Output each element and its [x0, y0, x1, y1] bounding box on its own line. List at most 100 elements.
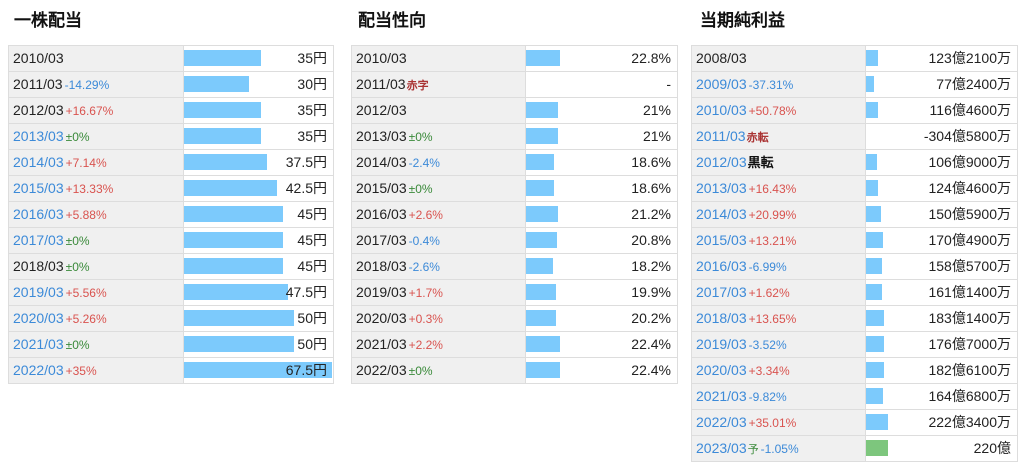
year-label[interactable]: 2012/03: [696, 154, 747, 170]
year-label: 2014/03: [356, 154, 407, 170]
value-bar: [184, 258, 283, 274]
year-label: 2008/03: [696, 50, 747, 66]
value-bar: [184, 232, 283, 248]
year-cell: 2010/03 +50.78%: [692, 98, 866, 123]
year-label: 2010/03: [356, 50, 407, 66]
year-cell: 2012/03: [352, 98, 526, 123]
year-label[interactable]: 2020/03: [696, 362, 747, 378]
year-label[interactable]: 2013/03: [13, 128, 64, 144]
value-text: 47.5円: [285, 284, 327, 300]
year-label[interactable]: 2017/03: [696, 284, 747, 300]
year-cell: 2022/03 +35.01%: [692, 410, 866, 435]
year-cell: 2012/03 +16.67%: [9, 98, 184, 123]
year-cell: 2021/03 +2.2%: [352, 332, 526, 357]
value-text: 150億5900万: [928, 206, 1011, 222]
change-percent: +13.65%: [748, 312, 797, 326]
value-text: 45円: [297, 206, 327, 222]
year-label: 2015/03: [356, 180, 407, 196]
table-row: 2013/03 ±0% 21%: [352, 124, 677, 150]
year-label[interactable]: 2019/03: [696, 336, 747, 352]
year-label[interactable]: 2017/03: [13, 232, 64, 248]
change-percent: +35.01%: [748, 416, 797, 430]
year-label[interactable]: 2009/03: [696, 76, 747, 92]
value-text: 22.8%: [631, 50, 671, 66]
value-text: 19.9%: [631, 284, 671, 300]
value-text: 20.2%: [631, 310, 671, 326]
year-cell: 2022/03 ±0%: [352, 358, 526, 383]
table-row: 2020/03 +0.3% 20.2%: [352, 306, 677, 332]
year-label: 2010/03: [13, 50, 64, 66]
year-label: 2017/03: [356, 232, 407, 248]
year-label[interactable]: 2013/03: [696, 180, 747, 196]
year-cell: 2011/03赤字: [352, 72, 526, 97]
value-cell: 21.2%: [526, 202, 677, 227]
year-cell: 2020/03 +5.26%: [9, 306, 184, 331]
table-row: 2010/03 35円: [9, 46, 333, 72]
table-row: 2021/03 ±0% 50円: [9, 332, 333, 358]
year-label: 2012/03: [356, 102, 407, 118]
change-percent: +5.26%: [65, 312, 107, 326]
change-percent: ±0%: [408, 182, 433, 196]
change-percent: -2.4%: [408, 156, 440, 170]
value-text: 170億4900万: [928, 232, 1011, 248]
table-row: 2018/03 ±0% 45円: [9, 254, 333, 280]
value-cell: 67.5円: [184, 358, 333, 383]
change-percent: +2.2%: [408, 338, 443, 352]
year-cell: 2019/03 +1.7%: [352, 280, 526, 305]
year-cell: 2013/03 ±0%: [9, 124, 184, 149]
year-label[interactable]: 2016/03: [696, 258, 747, 274]
year-label[interactable]: 2014/03: [696, 206, 747, 222]
year-label: 2012/03: [13, 102, 64, 118]
year-label[interactable]: 2022/03: [696, 414, 747, 430]
change-percent: +20.99%: [748, 208, 797, 222]
change-percent: -37.31%: [748, 78, 794, 92]
table-row: 2017/03 ±0% 45円: [9, 228, 333, 254]
change-percent: -9.82%: [748, 390, 787, 404]
year-label[interactable]: 2010/03: [696, 102, 747, 118]
value-text: 21%: [642, 102, 671, 118]
change-percent: +1.7%: [408, 286, 443, 300]
year-label[interactable]: 2018/03: [696, 310, 747, 326]
year-label[interactable]: 2014/03: [13, 154, 64, 170]
change-percent: ±0%: [65, 260, 90, 274]
year-label[interactable]: 2015/03: [13, 180, 64, 196]
value-text: 22.4%: [631, 336, 671, 352]
year-label: 2011/03: [13, 76, 63, 92]
year-label[interactable]: 2011/03: [696, 128, 746, 144]
year-label[interactable]: 2015/03: [696, 232, 747, 248]
change-percent: ±0%: [408, 130, 433, 144]
value-text: 18.6%: [631, 154, 671, 170]
year-cell: 2011/03 -14.29%: [9, 72, 184, 97]
value-cell: 21%: [526, 124, 677, 149]
year-cell: 2013/03 ±0%: [352, 124, 526, 149]
year-label: 2022/03: [356, 362, 407, 378]
year-cell: 2017/03 +1.62%: [692, 280, 866, 305]
year-label[interactable]: 2020/03: [13, 310, 64, 326]
year-label[interactable]: 2021/03: [696, 388, 747, 404]
year-label[interactable]: 2022/03: [13, 362, 64, 378]
year-label[interactable]: 2023/03: [696, 440, 747, 456]
year-label[interactable]: 2021/03: [13, 336, 64, 352]
change-percent: -3.52%: [748, 338, 787, 352]
year-cell: 2020/03 +3.34%: [692, 358, 866, 383]
value-bar: [526, 232, 557, 248]
table-row: 2016/03 +5.88% 45円: [9, 202, 333, 228]
value-cell: 164億6800万: [866, 384, 1017, 409]
table-row: 2009/03 -37.31% 77億2400万: [692, 72, 1017, 98]
year-cell: 2015/03 +13.21%: [692, 228, 866, 253]
year-label[interactable]: 2019/03: [13, 284, 64, 300]
value-text: 37.5円: [285, 154, 327, 170]
year-cell: 2010/03: [352, 46, 526, 71]
year-cell: 2021/03 -9.82%: [692, 384, 866, 409]
value-cell: 20.8%: [526, 228, 677, 253]
year-cell: 2014/03 +7.14%: [9, 150, 184, 175]
status-tag: 予: [747, 444, 759, 456]
value-text: 45円: [297, 232, 327, 248]
table-row: 2020/03 +3.34% 182億6100万: [692, 358, 1017, 384]
table-row: 2011/03 -14.29% 30円: [9, 72, 333, 98]
value-cell: 50円: [184, 306, 333, 331]
value-text: 30円: [297, 76, 327, 92]
year-cell: 2019/03 -3.52%: [692, 332, 866, 357]
year-label[interactable]: 2016/03: [13, 206, 64, 222]
value-cell: 18.6%: [526, 176, 677, 201]
